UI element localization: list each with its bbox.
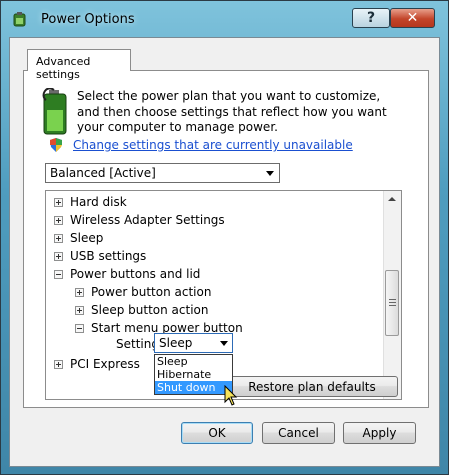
tree-scrollbar[interactable] xyxy=(383,191,401,399)
tree-item-label: Power button action xyxy=(91,285,212,299)
title-bar[interactable]: Power Options ? ✕ xyxy=(1,1,448,35)
chevron-down-icon xyxy=(220,341,228,346)
tree-item-label: PCI Express xyxy=(70,357,140,371)
close-button[interactable]: ✕ xyxy=(390,8,435,28)
cancel-button[interactable]: Cancel xyxy=(262,422,335,444)
grip-line xyxy=(389,299,396,300)
power-plan-dropdown[interactable]: Balanced [Active] xyxy=(45,163,280,183)
tree-item-sleep-button-action[interactable]: Sleep button action xyxy=(75,301,208,319)
change-settings-link[interactable]: Change settings that are currently unava… xyxy=(73,138,353,152)
ok-button[interactable]: OK xyxy=(181,422,253,444)
power-options-icon xyxy=(13,12,26,27)
uac-shield-icon xyxy=(50,138,62,152)
dropdown-option-shut-down[interactable]: Shut down xyxy=(155,381,232,394)
tree-item-label: Sleep xyxy=(70,231,104,245)
setting-dropdown-value: Sleep xyxy=(159,336,193,350)
tab-advanced-settings[interactable]: Advanced settings xyxy=(27,49,131,81)
window-title: Power Options xyxy=(41,12,135,27)
grip-line xyxy=(389,305,396,306)
scroll-up-arrow-icon[interactable] xyxy=(388,197,396,201)
expand-icon[interactable] xyxy=(54,215,63,225)
battery-plug-icon xyxy=(42,88,67,135)
setting-dropdown-list[interactable]: Sleep Hibernate Shut down xyxy=(154,354,233,395)
collapse-icon[interactable] xyxy=(75,323,84,333)
power-options-window: Power Options ? ✕ Advanced settings Sele… xyxy=(0,0,449,475)
tree-item-wireless-adapter[interactable]: Wireless Adapter Settings xyxy=(54,211,225,229)
mouse-pointer-icon xyxy=(224,385,238,406)
expand-icon[interactable] xyxy=(75,305,84,315)
tree-item-label: Wireless Adapter Settings xyxy=(70,213,225,227)
tree-item-power-button-action[interactable]: Power button action xyxy=(75,283,211,301)
scrollbar-thumb[interactable] xyxy=(385,270,399,336)
tree-item-label: Power buttons and lid xyxy=(70,267,201,281)
expand-icon[interactable] xyxy=(54,251,63,261)
dropdown-option-sleep[interactable]: Sleep xyxy=(155,355,232,368)
dropdown-option-hibernate[interactable]: Hibernate xyxy=(155,368,232,381)
tree-item-usb-settings[interactable]: USB settings xyxy=(54,247,146,265)
collapse-icon[interactable] xyxy=(54,269,63,279)
tree-item-label: USB settings xyxy=(70,249,147,263)
tree-item-pci-express[interactable]: PCI Express xyxy=(54,355,140,373)
grip-line xyxy=(389,302,396,303)
tree-item-label: Hard disk xyxy=(70,195,127,209)
setting-dropdown[interactable]: Sleep xyxy=(154,333,233,353)
restore-plan-defaults-button[interactable]: Restore plan defaults xyxy=(226,376,398,397)
apply-button[interactable]: Apply xyxy=(343,422,416,444)
expand-icon[interactable] xyxy=(75,287,84,297)
expand-icon[interactable] xyxy=(54,359,63,369)
chevron-down-icon xyxy=(266,171,274,176)
tree-item-label: Sleep button action xyxy=(91,303,209,317)
expand-icon[interactable] xyxy=(54,197,63,207)
help-button[interactable]: ? xyxy=(352,8,390,28)
expand-icon[interactable] xyxy=(54,233,63,243)
tree-item-hard-disk[interactable]: Hard disk xyxy=(54,193,127,211)
tree-item-power-buttons-lid[interactable]: Power buttons and lid xyxy=(54,265,200,283)
power-plan-value: Balanced [Active] xyxy=(50,166,156,180)
tree-item-sleep[interactable]: Sleep xyxy=(54,229,103,247)
description-text: Select the power plan that you want to c… xyxy=(77,89,387,134)
dialog-client-area: Advanced settings Select the power plan … xyxy=(9,37,440,467)
